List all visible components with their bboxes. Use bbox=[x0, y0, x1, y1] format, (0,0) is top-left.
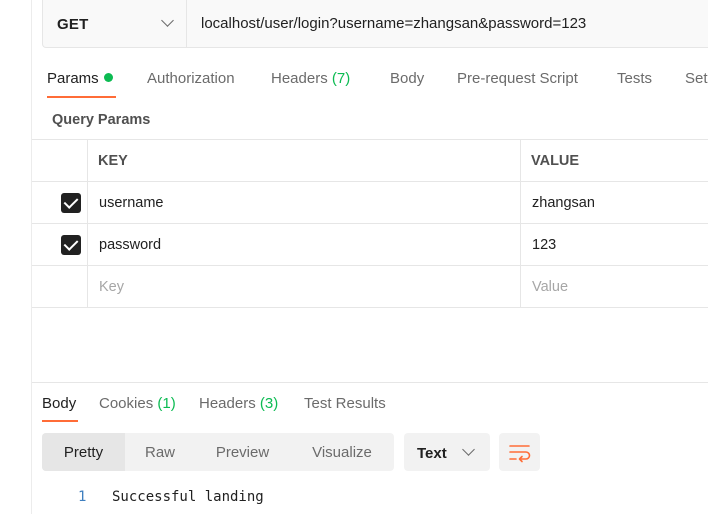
response-tab-test-results[interactable]: Test Results bbox=[304, 395, 386, 412]
query-params-title: Query Params bbox=[52, 112, 151, 128]
param-checkbox-password[interactable] bbox=[61, 235, 81, 255]
tab-headers[interactable]: Headers (7) bbox=[271, 70, 350, 87]
response-divider[interactable] bbox=[32, 382, 708, 383]
param-key-cell[interactable]: username bbox=[88, 182, 521, 223]
url-input[interactable]: localhost/user/login?username=zhangsan&p… bbox=[201, 15, 586, 32]
response-view-toggle: Pretty Raw Preview Visualize bbox=[42, 433, 394, 471]
tab-headers-count: (7) bbox=[331, 70, 351, 87]
param-key: username bbox=[99, 195, 164, 211]
response-tab-body-indicator bbox=[42, 420, 78, 422]
method-label: GET bbox=[57, 16, 89, 33]
wrap-lines-icon bbox=[509, 445, 531, 463]
request-url-bar: GET localhost/user/login?username=zhangs… bbox=[42, 0, 708, 48]
tab-settings[interactable]: Set bbox=[685, 70, 708, 87]
new-value-input[interactable]: Value bbox=[521, 266, 708, 307]
header-check-cell bbox=[32, 140, 88, 181]
response-body-text: Successful landing bbox=[112, 489, 264, 505]
table-row-empty: Key Value bbox=[32, 266, 708, 308]
view-visualize-button[interactable]: Visualize bbox=[290, 433, 394, 471]
tab-params-indicator bbox=[47, 96, 116, 98]
param-value-cell[interactable]: 123 bbox=[521, 224, 708, 265]
param-key: password bbox=[99, 237, 162, 253]
params-active-dot bbox=[103, 73, 113, 82]
chevron-down-icon bbox=[462, 443, 475, 456]
param-checkbox-username[interactable] bbox=[61, 193, 81, 213]
table-row: username zhangsan bbox=[32, 182, 708, 224]
response-tab-body[interactable]: Body bbox=[42, 395, 76, 412]
format-select[interactable]: Text bbox=[404, 433, 490, 471]
key-column-header: KEY bbox=[98, 153, 128, 169]
response-tab-cookies[interactable]: Cookies (1) bbox=[99, 395, 176, 412]
tab-tests[interactable]: Tests bbox=[617, 70, 652, 87]
new-key-input[interactable]: Key bbox=[88, 266, 521, 307]
response-tab-cookies-count: (1) bbox=[157, 395, 176, 412]
wrap-lines-button[interactable] bbox=[499, 433, 540, 471]
method-select[interactable]: GET bbox=[43, 0, 187, 47]
view-preview-button[interactable]: Preview bbox=[195, 433, 290, 471]
response-tab-cookies-label: Cookies bbox=[99, 395, 154, 412]
key-placeholder: Key bbox=[99, 279, 124, 295]
response-tab-headers[interactable]: Headers (3) bbox=[199, 395, 278, 412]
row-check-cell bbox=[32, 224, 88, 265]
response-tab-headers-count: (3) bbox=[259, 395, 279, 412]
row-check-cell bbox=[32, 266, 88, 307]
param-value-cell[interactable]: zhangsan bbox=[521, 182, 708, 223]
response-tab-headers-label: Headers bbox=[199, 395, 256, 412]
table-row: password 123 bbox=[32, 224, 708, 266]
header-key-cell: KEY bbox=[88, 140, 521, 181]
param-key-cell[interactable]: password bbox=[88, 224, 521, 265]
tab-params-label: Params bbox=[47, 70, 99, 87]
tab-params[interactable]: Params bbox=[47, 70, 113, 87]
line-number: 1 bbox=[78, 489, 87, 505]
header-value-cell: VALUE bbox=[521, 140, 708, 181]
left-gutter bbox=[0, 0, 32, 514]
view-pretty-button[interactable]: Pretty bbox=[42, 433, 125, 471]
value-placeholder: Value bbox=[532, 279, 569, 295]
tab-authorization[interactable]: Authorization bbox=[147, 70, 235, 87]
tab-headers-label: Headers bbox=[271, 70, 328, 87]
param-value: 123 bbox=[532, 237, 557, 253]
param-value: zhangsan bbox=[532, 195, 595, 211]
query-params-table: KEY VALUE username zhangsan password 123… bbox=[32, 139, 708, 308]
tab-pre-request-script[interactable]: Pre-request Script bbox=[457, 70, 578, 87]
row-check-cell bbox=[32, 182, 88, 223]
value-column-header: VALUE bbox=[531, 153, 580, 169]
chevron-down-icon bbox=[161, 14, 174, 27]
table-header-row: KEY VALUE bbox=[32, 139, 708, 182]
tab-body[interactable]: Body bbox=[390, 70, 424, 87]
view-raw-button[interactable]: Raw bbox=[125, 433, 195, 471]
format-label: Text bbox=[417, 445, 447, 462]
